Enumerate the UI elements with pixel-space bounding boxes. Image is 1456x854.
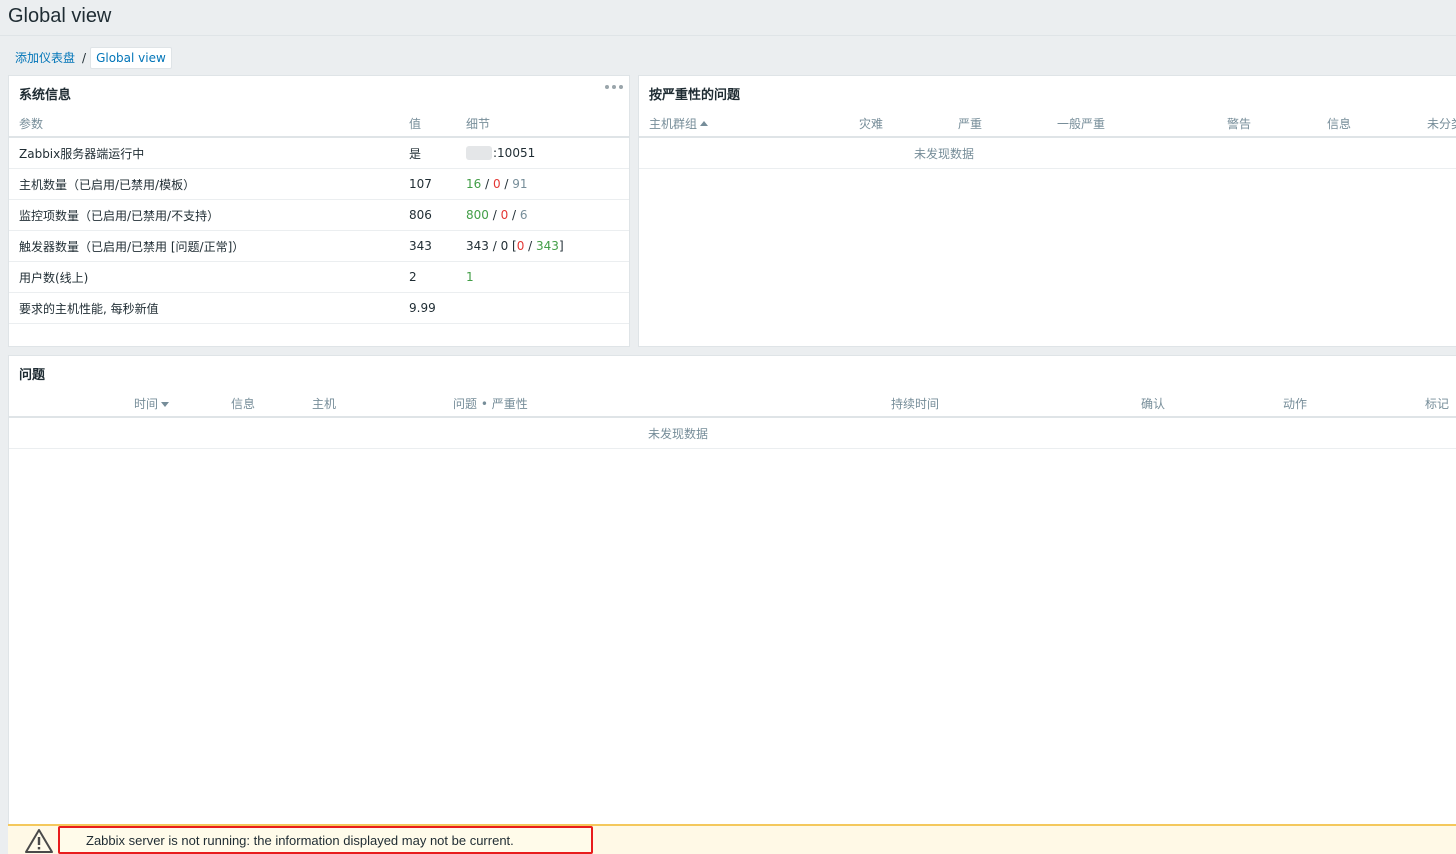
widget-menu-icon[interactable] [605, 82, 623, 92]
column-header-information: 信息 [1317, 111, 1417, 138]
param-cell: 监控项数量（已启用/已禁用/不支持） [9, 199, 399, 231]
table-row: 监控项数量（已启用/已禁用/不支持） 806 800 / 0 / 6 [9, 199, 629, 231]
param-cell: 要求的主机性能, 每秒新值 [9, 292, 399, 324]
column-header-average: 一般严重 [1047, 111, 1217, 138]
table-row: Zabbix服务器端运行中 是 :10051 [9, 137, 629, 169]
breadcrumb-separator: / [82, 51, 87, 65]
table-row: 未发现数据 [9, 417, 1456, 449]
redacted-address [466, 146, 492, 161]
column-header-host: 主机 [269, 391, 409, 418]
column-header-disaster: 灾难 [849, 111, 948, 138]
value-cell: 806 [399, 199, 456, 231]
server-warning-bar: Zabbix server is not running: the inform… [8, 824, 1456, 854]
column-header-high: 严重 [948, 111, 1047, 138]
column-header-not-classified: 未分类 [1417, 111, 1456, 138]
no-data-message: 未发现数据 [639, 137, 1456, 169]
detail-cell [456, 292, 629, 324]
breadcrumb-current-dashboard[interactable]: Global view [90, 47, 172, 69]
detail-cell: 16 / 0 / 91 [456, 168, 629, 200]
detail-cell: 1 [456, 261, 629, 293]
sort-descending-icon [161, 402, 169, 407]
column-header-info: 信息 [169, 391, 269, 418]
column-header-host-group[interactable]: 主机群组 [639, 111, 849, 138]
param-cell: 主机数量（已启用/已禁用/模板） [9, 168, 399, 200]
column-header-details: 细节 [456, 111, 629, 138]
detail-cell: 343 / 0 [0 / 343] [456, 230, 629, 262]
column-header-value: 值 [399, 111, 456, 138]
detail-cell: 800 / 0 / 6 [456, 199, 629, 231]
param-cell: Zabbix服务器端运行中 [9, 137, 399, 169]
problems-by-severity-widget: 按严重性的问题 主机群组 灾难 严重 一般严重 警告 信息 未分类 未发现数据 [638, 75, 1456, 347]
param-cell: 用户数(线上) [9, 261, 399, 293]
widget-title: 按严重性的问题 [649, 88, 741, 103]
breadcrumb: 添加仪表盘 / Global view [9, 47, 172, 69]
value-cell: 是 [399, 137, 456, 169]
problems-widget: 问题 时间 信息 主机 问题 • 严重性 持续时间 确认 动作 标记 未发现数据 [8, 355, 1456, 854]
value-cell: 9.99 [399, 292, 456, 324]
sort-ascending-icon [700, 121, 709, 126]
detail-cell: :10051 [456, 137, 629, 169]
problems-table: 时间 信息 主机 问题 • 严重性 持续时间 确认 动作 标记 未发现数据 [9, 391, 1456, 449]
widget-title: 问题 [19, 368, 46, 383]
column-header-problem-severity: 问题 • 严重性 [409, 391, 747, 418]
system-info-table: 参数 值 细节 Zabbix服务器端运行中 是 :10051 主机数量（已启用/… [9, 111, 629, 324]
column-header-parameter: 参数 [9, 111, 399, 138]
value-cell: 107 [399, 168, 456, 200]
table-row: 要求的主机性能, 每秒新值 9.99 [9, 292, 629, 324]
system-info-widget: 系统信息 参数 值 细节 Zabbix服务器端运行中 是 :10051 主机数量… [8, 75, 630, 347]
warning-icon [25, 829, 53, 853]
no-data-message: 未发现数据 [9, 417, 1456, 449]
table-row: 主机数量（已启用/已禁用/模板） 107 16 / 0 / 91 [9, 168, 629, 200]
value-cell: 343 [399, 230, 456, 262]
table-row: 用户数(线上) 2 1 [9, 261, 629, 293]
widget-title: 系统信息 [19, 88, 72, 103]
warning-message-text: Zabbix server is not running: the inform… [86, 833, 514, 848]
column-header-warning: 警告 [1217, 111, 1317, 138]
warning-message-box: Zabbix server is not running: the inform… [58, 826, 593, 854]
problems-by-severity-table: 主机群组 灾难 严重 一般严重 警告 信息 未分类 未发现数据 [639, 111, 1456, 169]
column-header-time[interactable]: 时间 [9, 391, 169, 418]
page-title: Global view [8, 5, 112, 27]
value-cell: 2 [399, 261, 456, 293]
column-header-duration: 持续时间 [747, 391, 989, 418]
table-row: 触发器数量（已启用/已禁用 [问题/正常]） 343 343 / 0 [0 / … [9, 230, 629, 262]
breadcrumb-dashboards-link[interactable]: 添加仪表盘 [9, 47, 81, 69]
param-cell: 触发器数量（已启用/已禁用 [问题/正常]） [9, 230, 399, 262]
column-header-ack: 确认 [989, 391, 1165, 418]
table-row: 未发现数据 [639, 137, 1456, 169]
page-header: Global view [0, 0, 1456, 36]
